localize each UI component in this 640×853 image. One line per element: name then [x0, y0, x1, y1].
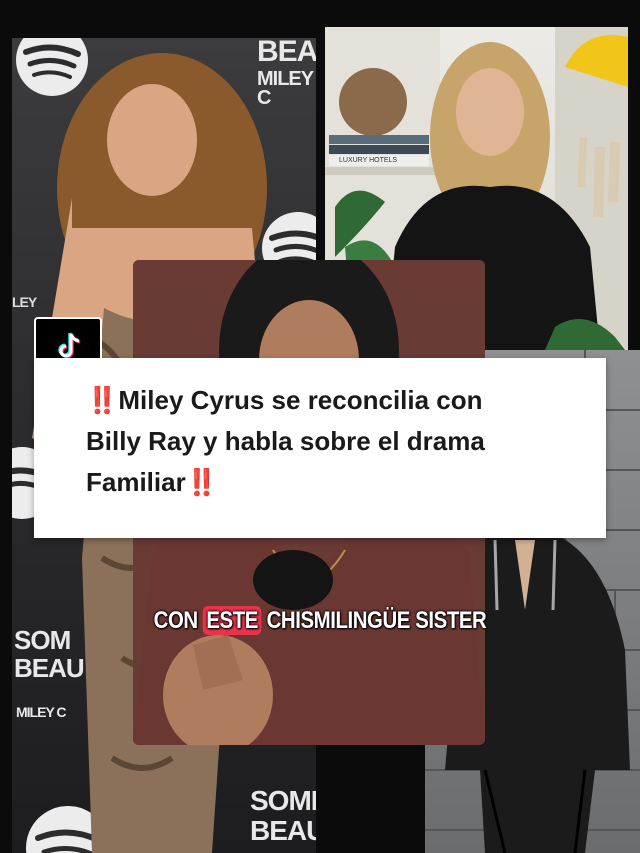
double-exclamation-icon: ‼️ — [185, 467, 219, 497]
headline-line-3: Familiar — [86, 467, 186, 497]
double-exclamation-icon: ‼️ — [86, 385, 119, 415]
headline-title: ‼️Miley Cyrus se reconcilia con Billy Ra… — [86, 380, 596, 503]
headline-line-2: Billy Ray y habla sobre el drama — [86, 426, 485, 456]
headline-line-1: Miley Cyrus se reconcilia con — [118, 385, 483, 415]
caption-word: CON — [153, 607, 198, 634]
caption-highlight-word: ESTE — [202, 606, 262, 635]
book-spine-label: LUXURY HOTELS — [339, 157, 398, 164]
caption-word: CHISMILINGÜE SISTER — [266, 607, 487, 634]
headline-card: ‼️Miley Cyrus se reconcilia con Billy Ra… — [34, 358, 606, 538]
video-caption: CON ESTE CHISMILINGÜE SISTER — [150, 606, 490, 635]
